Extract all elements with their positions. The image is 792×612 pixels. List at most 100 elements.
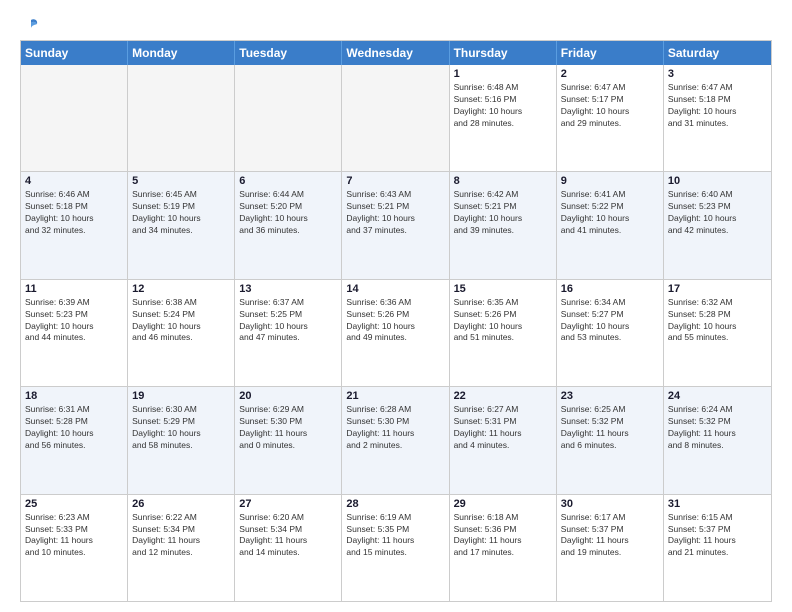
calendar-cell-day-3: 3 Sunrise: 6:47 AMSunset: 5:18 PMDaylight… xyxy=(664,65,771,171)
day-info: Sunrise: 6:30 AMSunset: 5:29 PMDaylight:… xyxy=(132,404,230,452)
calendar-cell-day-14: 14 Sunrise: 6:36 AMSunset: 5:26 PMDayligh… xyxy=(342,280,449,386)
calendar-cell-day-5: 5 Sunrise: 6:45 AMSunset: 5:19 PMDaylight… xyxy=(128,172,235,278)
calendar-cell-day-31: 31 Sunrise: 6:15 AMSunset: 5:37 PMDayligh… xyxy=(664,495,771,601)
calendar-cell-day-11: 11Sunrise: 6:39 AMSunset: 5:23 PMDayligh… xyxy=(21,280,128,386)
day-number: 9 xyxy=(561,175,659,187)
day-number: 5 xyxy=(132,175,230,187)
calendar-cell-day-24: 24 Sunrise: 6:24 AMSunset: 5:32 PMDayligh… xyxy=(664,387,771,493)
calendar-week-2: 4 Sunrise: 6:46 AMSunset: 5:18 PMDaylight… xyxy=(21,172,771,279)
calendar-cell-day-20: 20 Sunrise: 6:29 AMSunset: 5:30 PMDayligh… xyxy=(235,387,342,493)
day-info: Sunrise: 6:23 AMSunset: 5:33 PMDaylight:… xyxy=(25,512,123,560)
day-info: Sunrise: 6:36 AMSunset: 5:26 PMDaylight:… xyxy=(346,297,444,345)
day-info: Sunrise: 6:37 AMSunset: 5:25 PMDaylight:… xyxy=(239,297,337,345)
calendar-cell-day-21: 21Sunrise: 6:28 AMSunset: 5:30 PMDayligh… xyxy=(342,387,449,493)
calendar-cell-empty xyxy=(21,65,128,171)
calendar-header-saturday: Saturday xyxy=(664,41,771,65)
day-number: 29 xyxy=(454,498,552,510)
logo-bird-icon xyxy=(22,16,40,34)
calendar-cell-day-29: 29 Sunrise: 6:18 AMSunset: 5:36 PMDayligh… xyxy=(450,495,557,601)
day-info: Sunrise: 6:20 AMSunset: 5:34 PMDaylight:… xyxy=(239,512,337,560)
day-number: 23 xyxy=(561,390,659,402)
day-number: 1 xyxy=(454,68,552,80)
calendar-cell-day-17: 17 Sunrise: 6:32 AMSunset: 5:28 PMDayligh… xyxy=(664,280,771,386)
day-number: 25 xyxy=(25,498,123,510)
calendar-header: SundayMondayTuesdayWednesdayThursdayFrid… xyxy=(21,41,771,65)
day-number: 16 xyxy=(561,283,659,295)
day-info: Sunrise: 6:48 AMSunset: 5:16 PMDaylight:… xyxy=(454,82,552,130)
day-info: Sunrise: 6:42 AMSunset: 5:21 PMDaylight:… xyxy=(454,189,552,237)
day-info: Sunrise: 6:40 AMSunset: 5:23 PMDaylight:… xyxy=(668,189,767,237)
day-info: Sunrise: 6:39 AMSunset: 5:23 PMDaylight:… xyxy=(25,297,123,345)
day-number: 19 xyxy=(132,390,230,402)
calendar-cell-day-7: 7 Sunrise: 6:43 AMSunset: 5:21 PMDaylight… xyxy=(342,172,449,278)
calendar-cell-empty xyxy=(128,65,235,171)
calendar-header-monday: Monday xyxy=(128,41,235,65)
calendar-cell-day-10: 10 Sunrise: 6:40 AMSunset: 5:23 PMDayligh… xyxy=(664,172,771,278)
page: SundayMondayTuesdayWednesdayThursdayFrid… xyxy=(0,0,792,612)
calendar-cell-day-28: 28 Sunrise: 6:19 AMSunset: 5:35 PMDayligh… xyxy=(342,495,449,601)
day-number: 31 xyxy=(668,498,767,510)
calendar-body: 1 Sunrise: 6:48 AMSunset: 5:16 PMDaylight… xyxy=(21,65,771,601)
day-info: Sunrise: 6:32 AMSunset: 5:28 PMDaylight:… xyxy=(668,297,767,345)
logo xyxy=(20,16,40,34)
day-info: Sunrise: 6:38 AMSunset: 5:24 PMDaylight:… xyxy=(132,297,230,345)
day-number: 14 xyxy=(346,283,444,295)
calendar-header-wednesday: Wednesday xyxy=(342,41,449,65)
day-info: Sunrise: 6:29 AMSunset: 5:30 PMDaylight:… xyxy=(239,404,337,452)
calendar-cell-day-8: 8 Sunrise: 6:42 AMSunset: 5:21 PMDaylight… xyxy=(450,172,557,278)
day-number: 17 xyxy=(668,283,767,295)
calendar-week-5: 25 Sunrise: 6:23 AMSunset: 5:33 PMDayligh… xyxy=(21,495,771,601)
calendar-header-tuesday: Tuesday xyxy=(235,41,342,65)
day-info: Sunrise: 6:31 AMSunset: 5:28 PMDaylight:… xyxy=(25,404,123,452)
calendar-header-thursday: Thursday xyxy=(450,41,557,65)
calendar-cell-day-16: 16Sunrise: 6:34 AMSunset: 5:27 PMDayligh… xyxy=(557,280,664,386)
day-number: 6 xyxy=(239,175,337,187)
header xyxy=(20,16,772,34)
day-info: Sunrise: 6:47 AMSunset: 5:17 PMDaylight:… xyxy=(561,82,659,130)
calendar-cell-day-26: 26 Sunrise: 6:22 AMSunset: 5:34 PMDayligh… xyxy=(128,495,235,601)
day-number: 20 xyxy=(239,390,337,402)
calendar-header-friday: Friday xyxy=(557,41,664,65)
calendar-cell-day-12: 12Sunrise: 6:38 AMSunset: 5:24 PMDayligh… xyxy=(128,280,235,386)
day-number: 4 xyxy=(25,175,123,187)
day-info: Sunrise: 6:18 AMSunset: 5:36 PMDaylight:… xyxy=(454,512,552,560)
calendar-cell-day-15: 15Sunrise: 6:35 AMSunset: 5:26 PMDayligh… xyxy=(450,280,557,386)
day-info: Sunrise: 6:45 AMSunset: 5:19 PMDaylight:… xyxy=(132,189,230,237)
day-info: Sunrise: 6:35 AMSunset: 5:26 PMDaylight:… xyxy=(454,297,552,345)
calendar-cell-day-23: 23 Sunrise: 6:25 AMSunset: 5:32 PMDayligh… xyxy=(557,387,664,493)
calendar-cell-day-2: 2 Sunrise: 6:47 AMSunset: 5:17 PMDaylight… xyxy=(557,65,664,171)
calendar-cell-day-19: 19 Sunrise: 6:30 AMSunset: 5:29 PMDayligh… xyxy=(128,387,235,493)
day-info: Sunrise: 6:17 AMSunset: 5:37 PMDaylight:… xyxy=(561,512,659,560)
day-number: 13 xyxy=(239,283,337,295)
calendar-cell-empty xyxy=(342,65,449,171)
day-number: 10 xyxy=(668,175,767,187)
day-info: Sunrise: 6:44 AMSunset: 5:20 PMDaylight:… xyxy=(239,189,337,237)
calendar-cell-day-4: 4 Sunrise: 6:46 AMSunset: 5:18 PMDaylight… xyxy=(21,172,128,278)
calendar-week-3: 11Sunrise: 6:39 AMSunset: 5:23 PMDayligh… xyxy=(21,280,771,387)
day-number: 7 xyxy=(346,175,444,187)
day-number: 18 xyxy=(25,390,123,402)
day-info: Sunrise: 6:22 AMSunset: 5:34 PMDaylight:… xyxy=(132,512,230,560)
calendar-cell-day-27: 27Sunrise: 6:20 AMSunset: 5:34 PMDayligh… xyxy=(235,495,342,601)
day-number: 2 xyxy=(561,68,659,80)
calendar-cell-day-30: 30 Sunrise: 6:17 AMSunset: 5:37 PMDayligh… xyxy=(557,495,664,601)
day-number: 24 xyxy=(668,390,767,402)
day-info: Sunrise: 6:15 AMSunset: 5:37 PMDaylight:… xyxy=(668,512,767,560)
day-number: 3 xyxy=(668,68,767,80)
calendar-cell-day-13: 13 Sunrise: 6:37 AMSunset: 5:25 PMDayligh… xyxy=(235,280,342,386)
day-info: Sunrise: 6:46 AMSunset: 5:18 PMDaylight:… xyxy=(25,189,123,237)
calendar-cell-day-22: 22Sunrise: 6:27 AMSunset: 5:31 PMDayligh… xyxy=(450,387,557,493)
day-info: Sunrise: 6:25 AMSunset: 5:32 PMDaylight:… xyxy=(561,404,659,452)
day-info: Sunrise: 6:47 AMSunset: 5:18 PMDaylight:… xyxy=(668,82,767,130)
calendar-cell-day-6: 6 Sunrise: 6:44 AMSunset: 5:20 PMDaylight… xyxy=(235,172,342,278)
day-number: 28 xyxy=(346,498,444,510)
day-info: Sunrise: 6:41 AMSunset: 5:22 PMDaylight:… xyxy=(561,189,659,237)
day-number: 30 xyxy=(561,498,659,510)
day-info: Sunrise: 6:43 AMSunset: 5:21 PMDaylight:… xyxy=(346,189,444,237)
day-info: Sunrise: 6:24 AMSunset: 5:32 PMDaylight:… xyxy=(668,404,767,452)
day-info: Sunrise: 6:27 AMSunset: 5:31 PMDaylight:… xyxy=(454,404,552,452)
day-number: 8 xyxy=(454,175,552,187)
calendar-week-4: 18 Sunrise: 6:31 AMSunset: 5:28 PMDayligh… xyxy=(21,387,771,494)
day-info: Sunrise: 6:19 AMSunset: 5:35 PMDaylight:… xyxy=(346,512,444,560)
day-number: 26 xyxy=(132,498,230,510)
